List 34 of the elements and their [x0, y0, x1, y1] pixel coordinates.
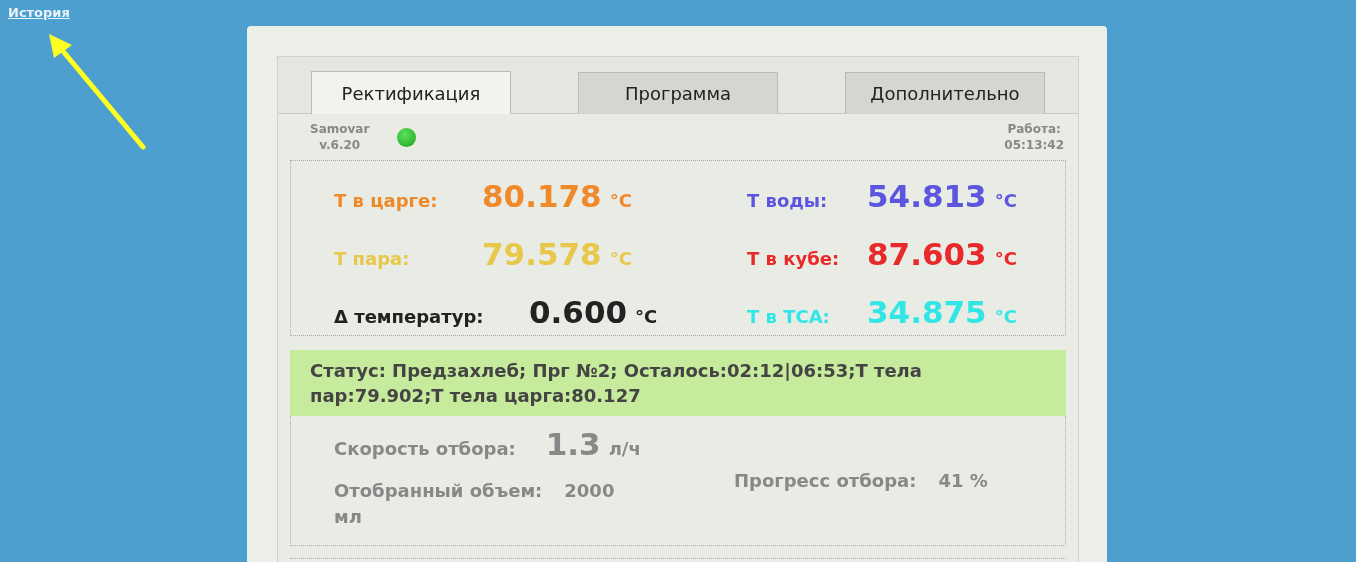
progress-label: Прогресс отбора: [734, 470, 917, 491]
reading-value: 79.578 [482, 235, 602, 274]
reading-unit: °C [994, 305, 1017, 329]
reading-unit: °C [609, 189, 632, 213]
progress-value: 41 % [938, 470, 988, 491]
reading-value: 54.813 [867, 177, 987, 216]
reading-unit: °C [635, 305, 658, 329]
tab[interactable]: Программа [578, 72, 778, 114]
reading-label: Т пара: [334, 247, 411, 271]
device-name: Samovar [310, 121, 370, 137]
volume-label: Отобранный объем: [334, 479, 543, 503]
reading-label: Т в царге: [334, 189, 439, 213]
reading-label: Δ температур: [334, 305, 485, 329]
reading-unit: °C [609, 247, 632, 271]
reading-label: Т воды: [747, 189, 829, 213]
reading-unit: °C [994, 189, 1017, 213]
speed-label: Скорость отбора: [334, 438, 516, 459]
reading-label: Т в кубе: [747, 247, 841, 271]
status-text: Статус: Предзахлеб; Прг №2; Осталось:02:12|06:53;Т тела пар:79.902;Т тела царга:80.127 [310, 360, 922, 406]
uptime-label: Работа: [1007, 121, 1061, 137]
reading-unit: °C [994, 247, 1017, 271]
reading-value: 80.178 [482, 177, 602, 216]
speed-value: 1.3 [545, 426, 601, 462]
volume-value: 2000 [564, 479, 615, 503]
reading-value: 0.600 [529, 293, 628, 332]
volume-unit: мл [334, 505, 363, 529]
reading-value: 87.603 [867, 235, 987, 274]
speed-unit: л/ч [608, 438, 641, 459]
tab[interactable]: Ректификация [311, 71, 511, 114]
reading-label: Т в ТСА: [747, 305, 831, 329]
uptime-value: 05:13:42 [1004, 137, 1064, 153]
reading-value: 34.875 [867, 293, 987, 332]
tab[interactable]: Дополнительно [845, 72, 1045, 114]
device-version: v.6.20 [319, 137, 361, 153]
